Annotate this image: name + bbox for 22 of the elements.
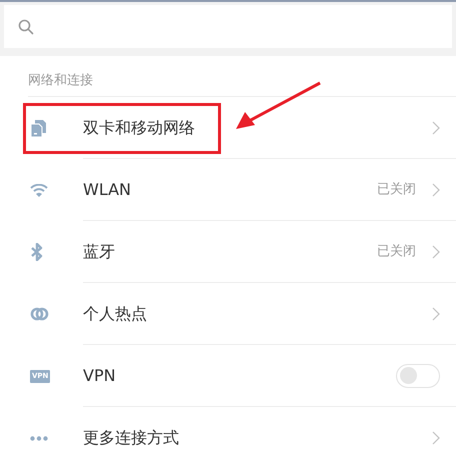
item-label: 蓝牙 bbox=[83, 240, 116, 262]
item-label: VPN bbox=[83, 364, 117, 386]
bluetooth-icon bbox=[30, 243, 44, 261]
search-field[interactable] bbox=[4, 5, 452, 48]
search-icon bbox=[18, 18, 34, 34]
status-text: 已关闭 bbox=[377, 242, 416, 261]
item-label: 个人热点 bbox=[83, 302, 148, 324]
chevron-right-icon[interactable] bbox=[432, 306, 440, 320]
item-label: 双卡和移动网络 bbox=[83, 116, 196, 138]
item-label: 更多连接方式 bbox=[83, 427, 180, 449]
sim-cards-icon bbox=[30, 120, 48, 136]
link-rings-icon bbox=[30, 307, 49, 321]
wifi-icon bbox=[30, 184, 48, 196]
chevron-right-icon[interactable] bbox=[432, 244, 440, 258]
item-label: WLAN bbox=[83, 178, 132, 200]
toggle-switch[interactable] bbox=[396, 364, 440, 388]
chevron-right-icon[interactable] bbox=[432, 120, 440, 134]
status-text: 已关闭 bbox=[377, 180, 416, 199]
dots-icon bbox=[30, 436, 48, 440]
chevron-right-icon[interactable] bbox=[432, 182, 440, 196]
chevron-right-icon[interactable] bbox=[432, 431, 440, 445]
section-title: 网络和连接 bbox=[28, 73, 93, 88]
